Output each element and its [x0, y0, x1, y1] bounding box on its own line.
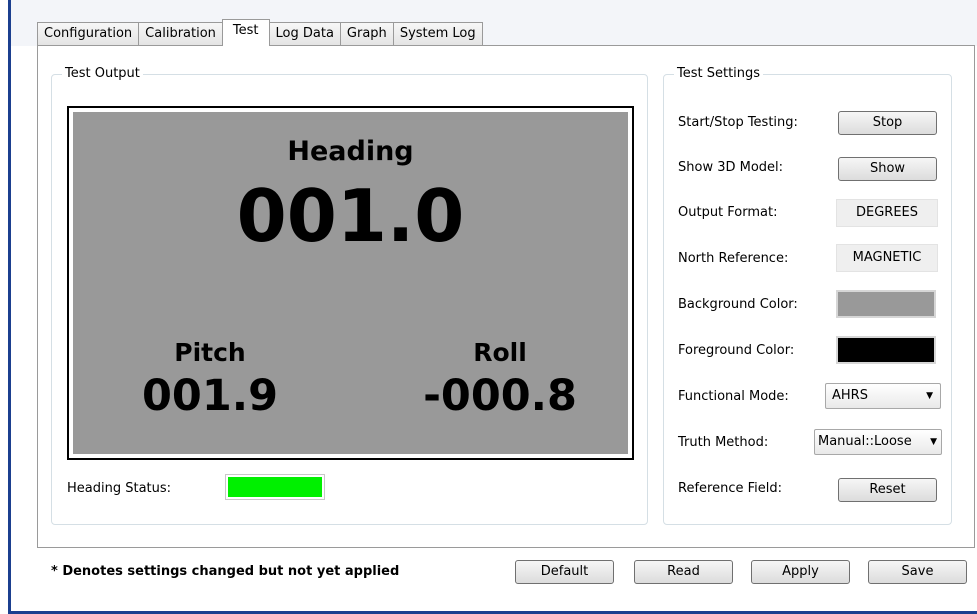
stop-button[interactable]: Stop	[838, 111, 937, 135]
pitch-value: 001.9	[141, 371, 278, 421]
background-color-label: Background Color:	[678, 297, 798, 312]
roll-label: Roll	[473, 338, 527, 367]
foreground-color-swatch[interactable]	[836, 336, 936, 364]
functional-mode-value: AHRS	[832, 388, 868, 403]
read-button[interactable]: Read	[634, 560, 733, 584]
test-settings-title: Test Settings	[674, 65, 764, 83]
tab-log-data[interactable]: Log Data	[268, 22, 341, 46]
output-format-field: DEGREES	[836, 199, 938, 227]
output-format-label: Output Format:	[678, 205, 778, 220]
apply-button[interactable]: Apply	[751, 560, 850, 584]
tab-calibration[interactable]: Calibration	[138, 22, 223, 46]
tab-graph[interactable]: Graph	[339, 22, 394, 46]
heading-label: Heading	[287, 136, 414, 167]
pitch-label: Pitch	[174, 338, 246, 367]
default-button[interactable]: Default	[515, 560, 614, 584]
background-color-swatch[interactable]	[836, 290, 936, 318]
display-area: Heading 001.0 Pitch 001.9 Roll -000.8	[73, 112, 628, 454]
functional-mode-select[interactable]: AHRS ▼	[825, 383, 941, 409]
save-button[interactable]: Save	[868, 560, 967, 584]
reset-button[interactable]: Reset	[838, 478, 937, 502]
heading-status-fill	[228, 477, 322, 497]
north-reference-field: MAGNETIC	[836, 244, 938, 272]
truth-method-value: Manual::Loose	[818, 434, 912, 449]
foreground-color-label: Foreground Color:	[678, 343, 795, 358]
truth-method-select[interactable]: Manual::Loose ▼	[814, 429, 942, 455]
roll-value: -000.8	[423, 371, 577, 421]
heading-status-indicator	[225, 474, 325, 500]
chevron-down-icon: ▼	[930, 437, 937, 447]
tab-test[interactable]: Test	[221, 19, 270, 46]
test-output-title: Test Output	[62, 65, 143, 83]
orientation-display: Heading 001.0 Pitch 001.9 Roll -000.8	[67, 106, 634, 460]
north-reference-label: North Reference:	[678, 251, 789, 266]
heading-status-label: Heading Status:	[67, 481, 172, 496]
reference-field-label: Reference Field:	[678, 481, 782, 496]
start-stop-label: Start/Stop Testing:	[678, 115, 798, 130]
tab-configuration[interactable]: Configuration	[37, 22, 140, 46]
pending-changes-note: * Denotes settings changed but not yet a…	[51, 564, 400, 579]
truth-method-label: Truth Method:	[678, 435, 769, 450]
tab-system-log[interactable]: System Log	[392, 22, 483, 46]
heading-value: 001.0	[236, 174, 465, 258]
show-3d-model-label: Show 3D Model:	[678, 160, 784, 175]
tab-bar: Configuration Calibration Test Log Data …	[37, 19, 483, 46]
chevron-down-icon: ▼	[926, 391, 933, 401]
functional-mode-label: Functional Mode:	[678, 389, 789, 404]
window-left-border	[0, 0, 11, 614]
show-3d-model-button[interactable]: Show	[838, 157, 937, 181]
